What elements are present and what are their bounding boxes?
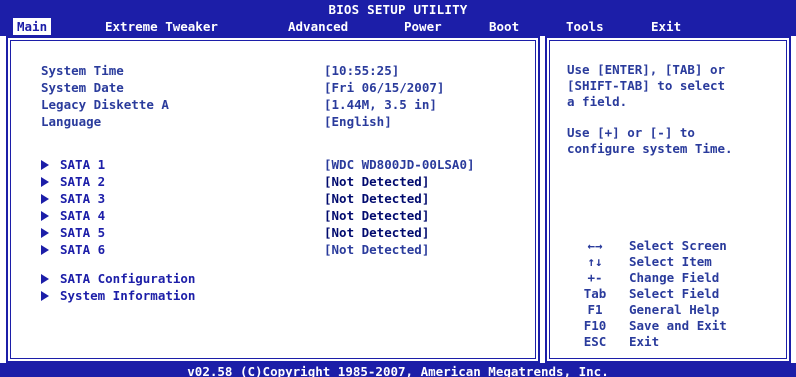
submenu-system-information[interactable]: System Information (8, 287, 538, 304)
tab-main[interactable]: Main (13, 18, 52, 35)
help-line: Use [+] or [-] to (567, 125, 695, 140)
submenu-label: SATA 3 (60, 191, 106, 206)
sata-device-value: [Not Detected] (324, 242, 430, 257)
submenu-sata-2[interactable]: SATA 2 [Not Detected] (8, 173, 538, 190)
key-legend-exit: ESC Exit (547, 334, 789, 350)
help-line: [SHIFT-TAB] to select (567, 78, 726, 93)
help-line: a field. (567, 94, 628, 109)
up-down-arrows-icon: ↑↓ (587, 254, 603, 269)
key-legend-general-help: F1 General Help (547, 302, 789, 318)
key-description: Select Screen (629, 238, 727, 253)
key-legend-select-item: ↑↓ Select Item (547, 254, 789, 270)
setting-label: Legacy Diskette A (41, 97, 169, 112)
setting-label: Language (41, 114, 102, 129)
submenu-sata-configuration[interactable]: SATA Configuration (8, 270, 538, 287)
triangle-right-icon (41, 160, 49, 170)
help-line: Use [ENTER], [TAB] or (567, 62, 726, 77)
sata-device-value: [Not Detected] (324, 225, 430, 240)
sata-device-value: [Not Detected] (324, 208, 430, 223)
submenu-sata-6[interactable]: SATA 6 [Not Detected] (8, 241, 538, 258)
key-name: +- (587, 270, 603, 285)
submenu-label: SATA 2 (60, 174, 106, 189)
tab-extreme-tweaker[interactable]: Extreme Tweaker (105, 18, 218, 35)
triangle-right-icon (41, 194, 49, 204)
tab-advanced[interactable]: Advanced (288, 18, 348, 35)
tab-boot[interactable]: Boot (489, 18, 519, 35)
key-description: Exit (629, 334, 660, 349)
submenu-sata-5[interactable]: SATA 5 [Not Detected] (8, 224, 538, 241)
triangle-right-icon (41, 274, 49, 284)
key-name: ESC (583, 334, 607, 349)
sata-device-value: [Not Detected] (324, 174, 430, 189)
triangle-right-icon (41, 228, 49, 238)
help-line: configure system Time. (567, 141, 733, 156)
key-name: Tab (583, 286, 607, 301)
setting-value[interactable]: [10:55:25] (324, 62, 399, 79)
bios-title: BIOS SETUP UTILITY (328, 2, 468, 17)
left-right-arrows-icon: ←→ (587, 238, 603, 253)
submenu-sata-3[interactable]: SATA 3 [Not Detected] (8, 190, 538, 207)
key-name: F10 (583, 318, 607, 333)
tab-exit[interactable]: Exit (651, 18, 681, 35)
submenu-label: SATA Configuration (60, 271, 196, 286)
key-legend-change-field: +- Change Field (547, 270, 789, 286)
triangle-right-icon (41, 291, 49, 301)
key-legend-select-screen: ←→ Select Screen (547, 238, 789, 254)
help-panel: Use [ENTER], [TAB] or [SHIFT-TAB] to sel… (545, 36, 791, 363)
key-description: Save and Exit (629, 318, 727, 333)
triangle-right-icon (41, 211, 49, 221)
submenu-sata-1[interactable]: SATA 1 [WDC WD800JD-00LSA0] (8, 156, 538, 173)
key-legend-select-field: Tab Select Field (547, 286, 789, 302)
copyright-footer: v02.58 (C)Copyright 1985-2007, American … (0, 363, 796, 377)
setting-row-system-date[interactable]: System Date [Fri 06/15/2007] (8, 79, 538, 96)
setting-value[interactable]: [1.44M, 3.5 in] (324, 96, 437, 113)
submenu-label: SATA 1 (60, 157, 106, 172)
setting-label: System Date (41, 80, 124, 95)
key-description: Select Item (629, 254, 712, 269)
top-menu-bar: BIOS SETUP UTILITY Main Extreme Tweaker … (0, 0, 796, 36)
key-description: Select Field (629, 286, 720, 301)
tab-power[interactable]: Power (404, 18, 442, 35)
setting-label: System Time (41, 63, 124, 78)
triangle-right-icon (41, 177, 49, 187)
main-settings-panel: System Time [10:55:25] System Date [Fri … (6, 36, 540, 363)
setting-value[interactable]: [English] (324, 113, 392, 130)
submenu-label: SATA 6 (60, 242, 106, 257)
setting-row-legacy-diskette[interactable]: Legacy Diskette A [1.44M, 3.5 in] (8, 96, 538, 113)
submenu-label: SATA 5 (60, 225, 106, 240)
setting-row-system-time[interactable]: System Time [10:55:25] (8, 62, 538, 79)
submenu-sata-4[interactable]: SATA 4 [Not Detected] (8, 207, 538, 224)
setting-row-language[interactable]: Language [English] (8, 113, 538, 130)
submenu-label: SATA 4 (60, 208, 106, 223)
sata-device-value: [Not Detected] (324, 191, 430, 206)
setting-value[interactable]: [Fri 06/15/2007] (324, 79, 444, 96)
key-name: F1 (587, 302, 603, 317)
key-legend-save-exit: F10 Save and Exit (547, 318, 789, 334)
key-description: General Help (629, 302, 720, 317)
triangle-right-icon (41, 245, 49, 255)
sata-device-value: [WDC WD800JD-00LSA0] (324, 157, 475, 172)
tab-tools[interactable]: Tools (566, 18, 604, 35)
submenu-label: System Information (60, 288, 196, 303)
key-description: Change Field (629, 270, 720, 285)
